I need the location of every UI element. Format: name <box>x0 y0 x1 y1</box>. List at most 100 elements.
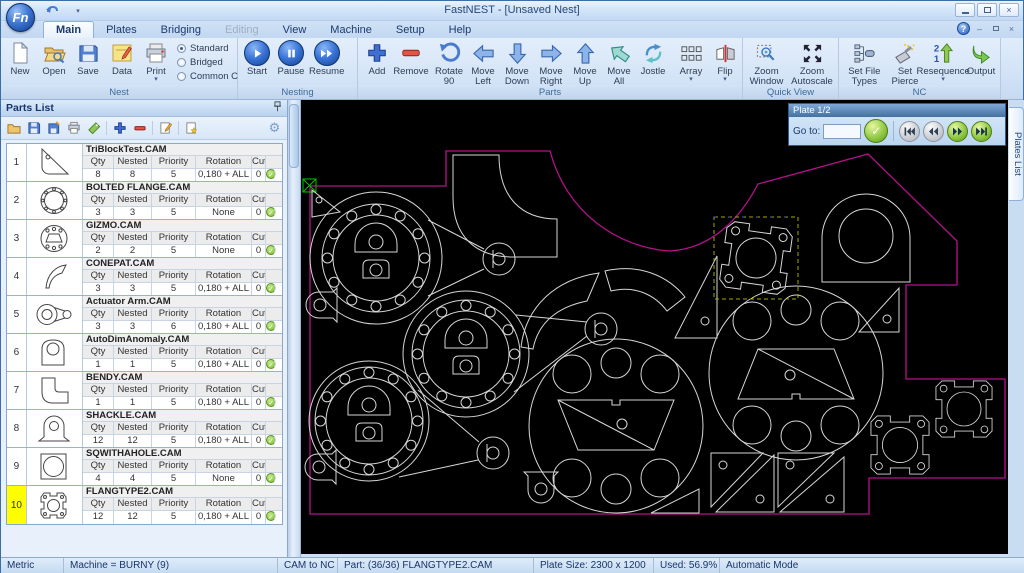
tab-view[interactable]: View <box>271 22 319 38</box>
open-part-icon[interactable] <box>5 120 22 137</box>
open-button[interactable]: Open <box>37 39 71 78</box>
app-logo-icon[interactable]: Fn <box>6 3 35 32</box>
add-plus-icon <box>366 40 388 66</box>
column-priority: Priority <box>152 384 196 396</box>
ribbon-group-quick-view: Zoom Window Zoom Autoscale Quick View <box>743 38 839 99</box>
parts-list-row[interactable]: 6 AutoDimAnomaly.CAM Qty Nested Priority… <box>7 334 282 372</box>
zoom-autoscale-button[interactable]: Zoom Autoscale <box>788 39 836 88</box>
goto-plate-input[interactable] <box>823 124 861 139</box>
status-current-part: Part: (36/36) FLANGTYPE2.CAM <box>338 558 534 573</box>
canvas-vertical-scrollbar[interactable] <box>288 100 301 557</box>
restore-button[interactable] <box>977 3 997 17</box>
move-right-button[interactable]: Move Right <box>534 39 568 88</box>
minimize-button[interactable] <box>955 3 975 17</box>
pause-nesting-button[interactable]: Pause <box>274 39 308 78</box>
parts-list-row[interactable]: 7 BENDY.CAM Qty Nested Priority Rotation… <box>7 372 282 410</box>
parts-list-row[interactable]: 9 SQWITHAHOLE.CAM Qty Nested Priority Ro… <box>7 448 282 486</box>
parts-list-row[interactable]: 1 TriBlockTest.CAM Qty Nested Priority R… <box>7 144 282 182</box>
flip-button[interactable]: Flip ▾ <box>708 39 742 84</box>
import-part-icon[interactable] <box>183 120 200 137</box>
scrollbar-thumb[interactable] <box>289 104 299 168</box>
pin-icon[interactable] <box>273 101 282 116</box>
start-nesting-button[interactable]: Start <box>240 39 274 78</box>
print-button[interactable]: Print ▾ <box>139 39 173 84</box>
zoom-window-button[interactable]: Zoom Window <box>745 39 788 88</box>
resume-nesting-button[interactable]: Resume <box>308 39 345 78</box>
radio-icon <box>177 58 186 67</box>
move-all-button[interactable]: Move All ▾ <box>602 39 636 94</box>
previous-plate-button[interactable] <box>923 121 944 142</box>
part-qty: 4 <box>83 473 114 485</box>
tab-bridging[interactable]: Bridging <box>149 22 213 38</box>
ribbon-close-button[interactable]: × <box>1005 23 1018 35</box>
nest-drawing[interactable] <box>301 100 1008 554</box>
tab-machine[interactable]: Machine <box>318 22 384 38</box>
goto-confirm-button[interactable]: ✓ <box>864 119 888 143</box>
part-thumbnail <box>27 486 83 524</box>
part-row-number: 4 <box>7 258 27 295</box>
new-button[interactable]: New <box>3 39 37 78</box>
parts-list-row[interactable]: 2 BOLTED FLANGE.CAM Qty Nested Priority … <box>7 182 282 220</box>
ribbon-group-parts: Add Remove Rotate 90 ▾ Move Left <box>358 38 743 99</box>
part-columns-header: Qty Nested Priority Rotation Cut <box>83 308 282 321</box>
part-cut: 0 <box>252 435 266 447</box>
next-plate-button[interactable] <box>947 121 968 142</box>
remove-part-button[interactable]: Remove <box>394 39 428 78</box>
parts-list-row[interactable]: 3 GIZMO.CAM Qty Nested Priority Rotation… <box>7 220 282 258</box>
radio-bridged[interactable]: Bridged <box>177 57 246 68</box>
part-priority: 5 <box>152 511 196 524</box>
nest-canvas[interactable] <box>301 100 1008 554</box>
data-button[interactable]: Data <box>105 39 139 78</box>
ribbon-group-nest: New Open Save Data Print ▾ <box>1 38 238 99</box>
column-rotation: Rotation <box>196 270 252 282</box>
move-up-button[interactable]: Move Up <box>568 39 602 88</box>
output-button[interactable]: Output <box>964 39 998 78</box>
move-left-button[interactable]: Move Left <box>466 39 500 88</box>
last-plate-button[interactable] <box>971 121 992 142</box>
help-icon[interactable]: ? <box>957 22 970 35</box>
close-button[interactable]: × <box>999 3 1019 17</box>
add-part-icon[interactable] <box>111 120 128 137</box>
set-file-types-button[interactable]: Set File Types <box>841 39 888 88</box>
tab-help[interactable]: Help <box>437 22 484 38</box>
save-part-icon[interactable] <box>25 120 42 137</box>
tab-plates[interactable]: Plates <box>94 22 149 38</box>
plates-list-tab[interactable]: Plates List <box>1009 107 1024 201</box>
ribbon-minimize-button[interactable]: – <box>973 23 986 35</box>
button-label: New <box>10 67 29 77</box>
parts-list-row[interactable]: 4 CONEPAT.CAM Qty Nested Priority Rotati… <box>7 258 282 296</box>
resequence-button[interactable]: 21 Resequence ▾ <box>922 39 964 84</box>
edit-part-icon[interactable] <box>157 120 174 137</box>
add-part-button[interactable]: Add <box>360 39 394 78</box>
window-title: FastNEST - [Unsaved Nest] <box>1 4 1023 16</box>
radio-standard[interactable]: Standard <box>177 43 246 54</box>
part-cut: 0 <box>252 397 266 409</box>
button-label: Add <box>369 67 386 77</box>
ribbon-restore-button[interactable] <box>989 23 1002 35</box>
print-part-icon[interactable] <box>65 120 82 137</box>
column-qty: Qty <box>83 156 114 168</box>
tab-main[interactable]: Main <box>43 21 94 38</box>
canvas-background[interactable] <box>301 100 1008 554</box>
move-down-button[interactable]: Move Down <box>500 39 534 88</box>
array-button[interactable]: Array ▾ <box>674 39 708 84</box>
part-rotation: 0,180 + ALL <box>196 397 252 409</box>
settings-gear-icon[interactable]: ⚙ <box>266 120 283 137</box>
jostle-button[interactable]: Jostle <box>636 39 670 78</box>
radio-common-cut[interactable]: Common Cut <box>177 71 246 82</box>
parts-list-row[interactable]: 8 SHACKLE.CAM Qty Nested Priority Rotati… <box>7 410 282 448</box>
nested-ok-icon: ✓ <box>266 245 276 255</box>
save-as-icon[interactable] <box>45 120 62 137</box>
rotate-90-button[interactable]: Rotate 90 ▾ <box>432 39 466 94</box>
tag-icon[interactable] <box>85 120 102 137</box>
nested-ok-icon: ✓ <box>266 397 276 407</box>
tab-setup[interactable]: Setup <box>384 22 437 38</box>
parts-list-row[interactable]: 10 FLANGTYPE2.CAM Qty Nested Priority Ro… <box>7 486 282 524</box>
remove-part-icon[interactable] <box>131 120 148 137</box>
part-nested: 3 <box>114 207 152 219</box>
part-columns-header: Qty Nested Priority Rotation Cut <box>83 498 282 511</box>
group-label-nest: Nest <box>1 87 237 99</box>
parts-list-row[interactable]: 5 Actuator Arm.CAM Qty Nested Priority R… <box>7 296 282 334</box>
save-button[interactable]: Save <box>71 39 105 78</box>
first-plate-button[interactable] <box>899 121 920 142</box>
